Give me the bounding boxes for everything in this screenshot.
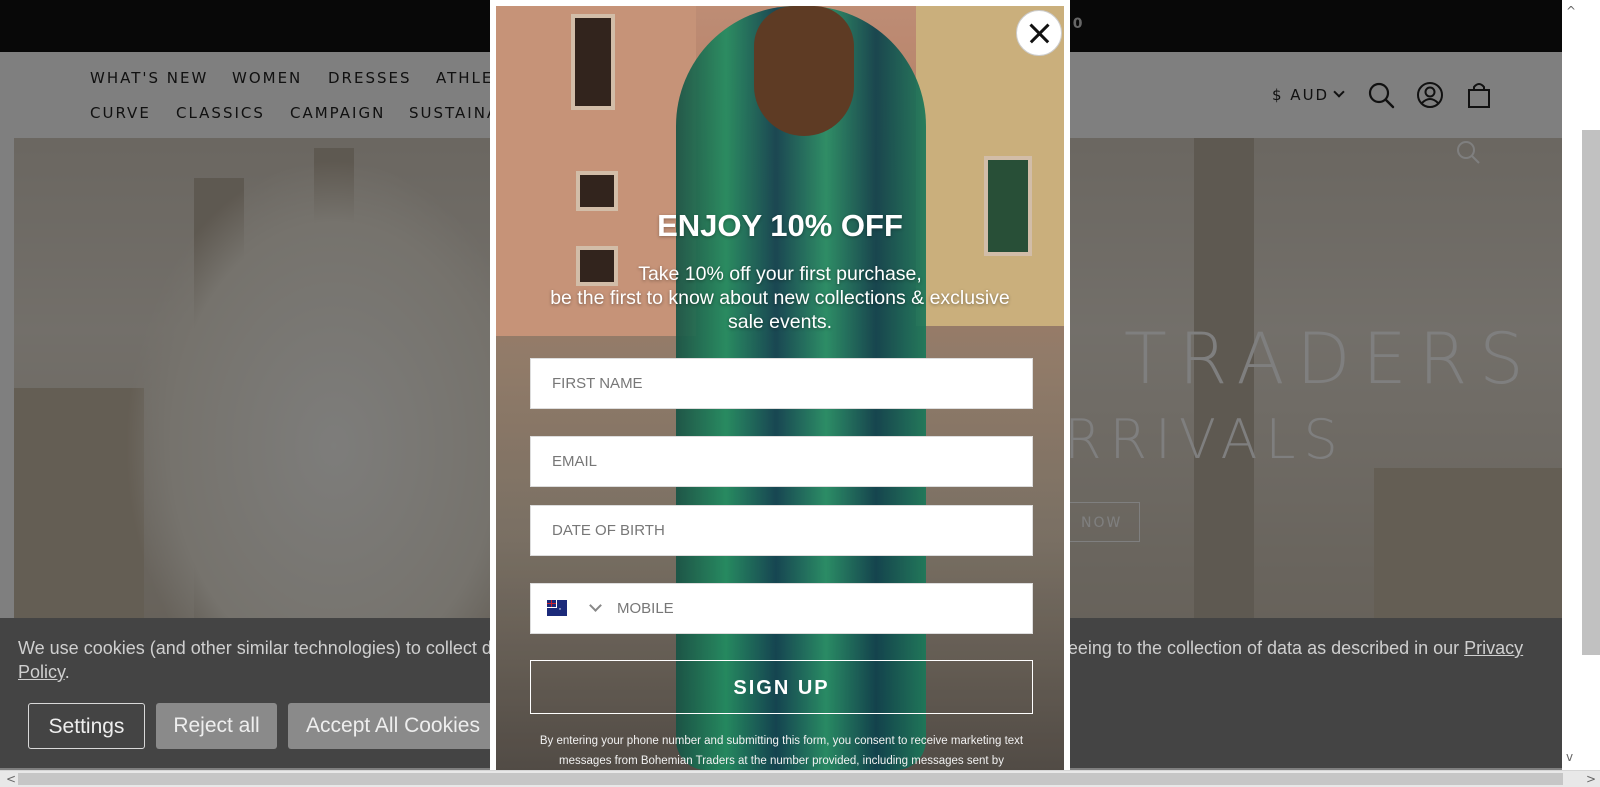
signup-button[interactable]: SIGN UP <box>530 660 1033 714</box>
signup-modal: ENJOY 10% OFF Take 10% off your first pu… <box>490 0 1070 770</box>
cookie-accept-button[interactable]: Accept All Cookies <box>288 703 498 749</box>
chevron-down-icon[interactable] <box>589 599 602 612</box>
mobile-field[interactable]: * MOBILE <box>530 583 1033 634</box>
modal-subtitle-line: sale events. <box>727 311 833 333</box>
date-of-birth-field[interactable]: DATE OF BIRTH <box>530 505 1033 556</box>
mobile-placeholder: MOBILE <box>617 600 674 617</box>
cookie-reject-button[interactable]: Reject all <box>156 703 277 749</box>
modal-subtitle-line: be the first to know about new collectio… <box>550 287 1010 309</box>
legal-line: By entering your phone number and submit… <box>539 735 1024 747</box>
modal-title: ENJOY 10% OFF <box>657 208 903 243</box>
modal-subtitle: Take 10% off your first purchase, be the… <box>520 262 1040 334</box>
cookie-text-end: reeing to the collection of data as desc… <box>1061 638 1465 658</box>
horizontal-scroll-thumb[interactable] <box>18 773 1563 785</box>
cookie-text-tail: . <box>64 662 70 682</box>
email-field[interactable]: EMAIL <box>530 436 1033 487</box>
vertical-scroll-thumb[interactable] <box>1582 130 1600 655</box>
scroll-right-icon[interactable]: > <box>1586 772 1596 786</box>
privacy-policy-link-2[interactable]: Policy <box>18 662 65 682</box>
scroll-left-icon[interactable]: < <box>6 772 16 786</box>
australia-flag-icon[interactable]: * <box>547 600 567 616</box>
cookie-settings-button[interactable]: Settings <box>28 703 145 749</box>
close-icon[interactable] <box>1016 10 1062 56</box>
cookie-text-start: We use cookies (and other similar techno… <box>18 638 492 658</box>
legal-line: messages from Bohemian Traders at the nu… <box>559 755 1004 767</box>
legal-disclaimer: By entering your phone number and submit… <box>530 731 1033 771</box>
privacy-policy-link[interactable]: Privacy <box>1464 638 1523 658</box>
modal-subtitle-line: Take 10% off your first purchase, <box>638 263 922 285</box>
scroll-down-icon[interactable]: v <box>1566 750 1573 764</box>
scroll-up-icon[interactable]: ^ <box>1566 4 1576 18</box>
first-name-field[interactable]: FIRST NAME <box>530 358 1033 409</box>
